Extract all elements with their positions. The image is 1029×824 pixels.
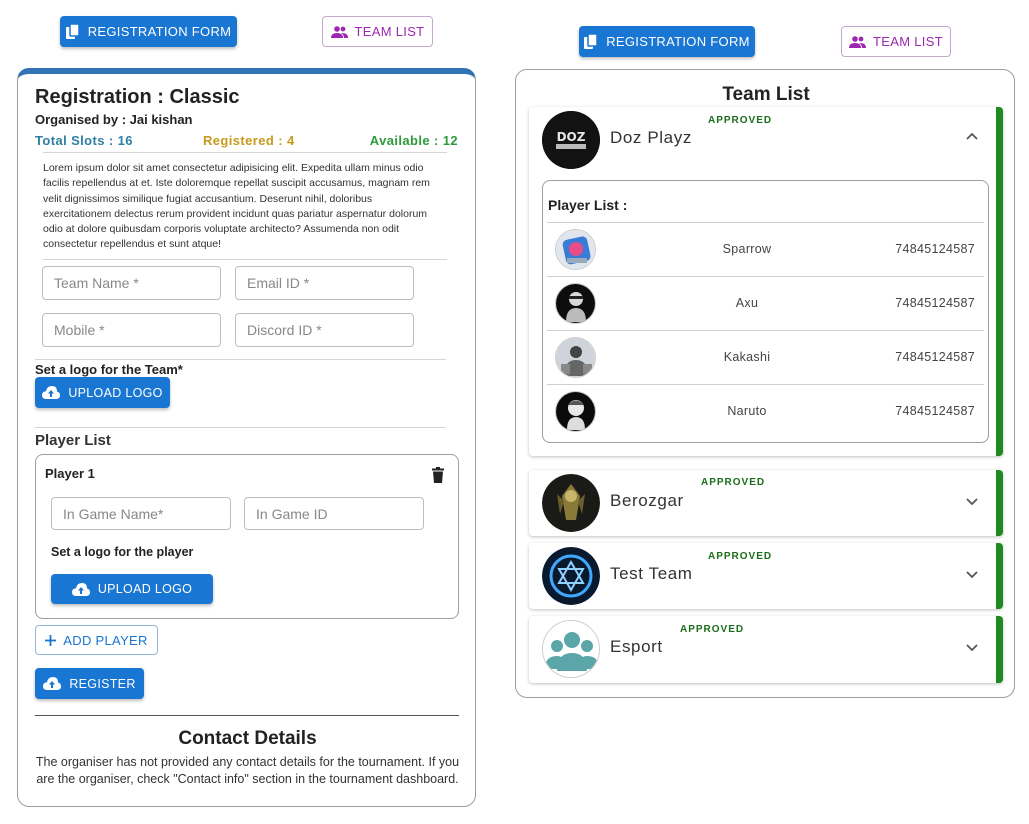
team-list-button[interactable]: Team List (322, 16, 433, 47)
team-logo-label: Set a logo for the Team* (35, 362, 183, 377)
player-phone: 74845124587 (895, 404, 975, 418)
status-badge: APPROVED (680, 624, 745, 635)
cloud-upload-icon (43, 677, 62, 690)
team-list-label: Team List (873, 34, 943, 49)
email-field[interactable]: Email ID * (235, 266, 414, 300)
registration-form-button-right[interactable]: Registration Form (579, 26, 755, 57)
player-name: Naruto (727, 404, 767, 418)
team-card-doz-playz[interactable]: DOZ Doz Playz APPROVED Player List : Spa… (529, 107, 1003, 456)
contact-text: The organiser has not provided any conta… (35, 755, 460, 786)
team-name: Berozgar (610, 491, 684, 510)
team-logo (542, 620, 600, 678)
player-row: Kakashi 74845124587 (547, 330, 984, 384)
upload-team-logo-button[interactable]: Upload Logo (35, 377, 170, 408)
mobile-field[interactable]: Mobile * (42, 313, 221, 347)
plus-icon (45, 634, 57, 646)
player-phone: 74845124587 (895, 350, 975, 364)
player-phone: 74845124587 (895, 296, 975, 310)
team-logo: DOZ (542, 111, 600, 169)
team-card-test-team[interactable]: Test Team APPROVED (529, 543, 1003, 609)
divider (35, 427, 446, 428)
player-title: Player 1 (45, 466, 95, 481)
team-list-panel: Team List DOZ Doz Playz APPROVED Player … (515, 69, 1015, 698)
team-list-title: Team List (722, 84, 810, 105)
cloud-upload-icon (71, 582, 90, 596)
player-name: Axu (735, 296, 759, 310)
team-name: Esport (610, 637, 663, 656)
player-avatar (555, 229, 596, 270)
player-logo-label: Set a logo for the player (51, 545, 194, 559)
players-heading: Player List : (548, 197, 628, 213)
player-avatar (555, 391, 596, 432)
player-card: Player 1 In Game Name* In Game ID Set a … (35, 454, 459, 619)
contact-title: Contact Details (178, 728, 317, 749)
add-player-button[interactable]: Add Player (35, 625, 158, 655)
team-name: Doz Playz (610, 128, 692, 147)
upload-logo-label: Upload Logo (97, 582, 193, 596)
player-row: Naruto 74845124587 (547, 384, 984, 438)
team-name: Test Team (610, 564, 693, 583)
available-count: Available : 12 (369, 133, 458, 148)
register-label: Register (69, 676, 136, 691)
tournament-description: Lorem ipsum dolor sit amet consectetur a… (43, 162, 430, 251)
group-icon (849, 35, 867, 48)
player-row: Axu 74845124587 (547, 276, 984, 330)
player-avatar (555, 337, 596, 378)
add-player-label: Add Player (63, 632, 148, 648)
registration-form-label: Registration Form (87, 24, 232, 39)
team-list-button-right[interactable]: Team List (841, 26, 951, 57)
players-box: Player List : Sparrow 74845124587 Axu 74… (542, 180, 989, 443)
discord-field[interactable]: Discord ID * (235, 313, 414, 347)
divider (35, 359, 446, 360)
group-icon (330, 25, 348, 38)
player-name: Sparrow (722, 242, 772, 256)
registered-count: Registered : 4 (203, 133, 295, 148)
divider (43, 152, 447, 153)
registration-panel: Registration : Classic Organised by : Ja… (17, 68, 476, 807)
in-game-name-field[interactable]: In Game Name* (51, 497, 231, 530)
slots-row: Total Slots : 16 Registered : 4 Availabl… (35, 133, 458, 149)
organiser-line: Organised by : Jai kishan (35, 112, 193, 127)
upload-player-logo-button[interactable]: Upload Logo (51, 574, 213, 604)
status-badge: APPROVED (708, 115, 773, 126)
player-row: Sparrow 74845124587 (547, 222, 984, 276)
copy-icon (65, 23, 80, 40)
registration-title: Registration : Classic (35, 86, 240, 108)
status-badge: APPROVED (701, 477, 766, 488)
cloud-upload-icon (42, 386, 61, 399)
divider (43, 259, 447, 260)
team-name-field[interactable]: Team Name * (42, 266, 221, 300)
player-phone: 74845124587 (895, 242, 975, 256)
status-badge: APPROVED (708, 551, 773, 562)
in-game-id-field[interactable]: In Game ID (244, 497, 424, 530)
chevron-down-icon[interactable] (966, 571, 978, 579)
team-list-label: Team List (354, 24, 425, 39)
chevron-down-icon[interactable] (966, 644, 978, 652)
chevron-up-icon[interactable] (966, 132, 978, 140)
player-list-title: Player List (35, 432, 111, 449)
copy-icon (584, 33, 598, 50)
register-button[interactable]: Register (35, 668, 144, 699)
chevron-down-icon[interactable] (966, 498, 978, 506)
team-card-esport[interactable]: Esport APPROVED (529, 616, 1003, 683)
player-avatar (555, 283, 596, 324)
upload-logo-label: Upload Logo (68, 385, 163, 400)
delete-icon[interactable] (432, 467, 444, 483)
player-name: Kakashi (723, 350, 771, 364)
team-card-berozgar[interactable]: Berozgar APPROVED (529, 470, 1003, 536)
team-logo (542, 547, 600, 605)
svg-text:DOZ: DOZ (557, 130, 586, 144)
registration-form-button[interactable]: Registration Form (60, 16, 237, 47)
team-logo (542, 474, 600, 532)
registration-form-label: Registration Form (606, 34, 750, 49)
divider (35, 715, 459, 716)
total-slots: Total Slots : 16 (35, 133, 133, 148)
